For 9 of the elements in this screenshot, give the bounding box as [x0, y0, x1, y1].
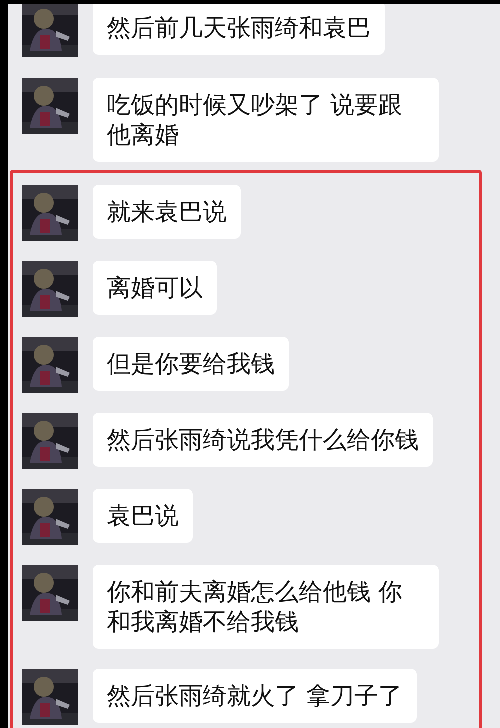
message-bubble: 吃饭的时候又吵架了 说要跟他离婚 [93, 78, 439, 162]
message-bubble: 袁巴说 [93, 489, 193, 543]
message-bubble: 离婚可以 [93, 261, 217, 315]
message-bubble: 但是你要给我钱 [93, 337, 289, 391]
message-bubble: 然后张雨绮就火了 拿刀子了 [93, 669, 417, 723]
message-bubble: 然后张雨绮说我凭什么给你钱 [93, 413, 433, 467]
message-bubble: 你和前夫离婚怎么给他钱 你和我离婚不给我钱 [93, 565, 439, 649]
message-bubble: 就来袁巴说 [93, 185, 241, 239]
message-bubble: 然后前几天张雨绮和袁巴 [93, 4, 385, 55]
